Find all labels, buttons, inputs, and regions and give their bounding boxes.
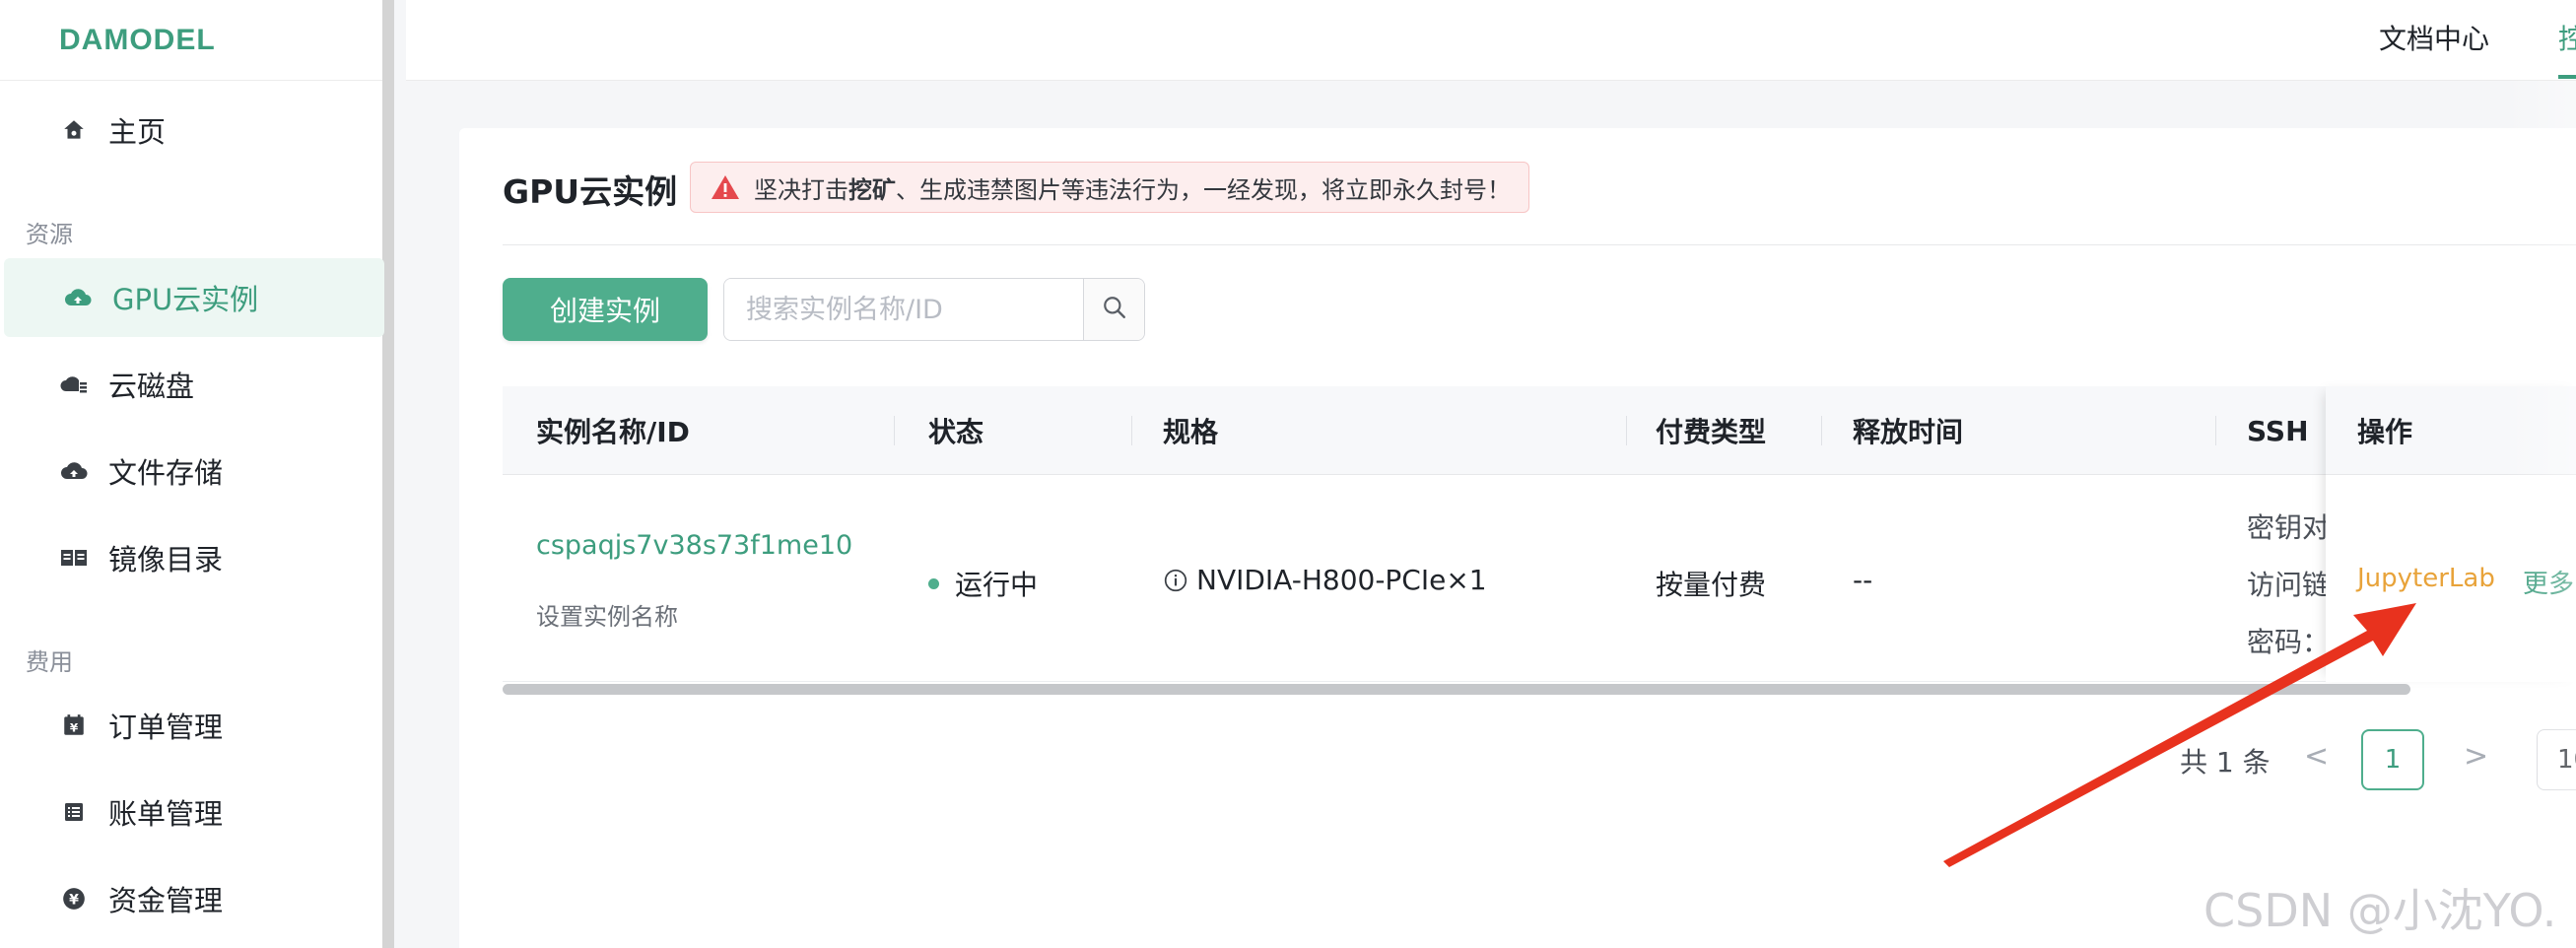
cloud-icon [63,283,93,312]
jupyterlab-link[interactable]: JupyterLab [2357,564,2495,593]
sidebar-item-home[interactable]: 主页 [0,91,384,169]
column-separator [2215,416,2216,445]
release-cell: -- [1853,564,1873,596]
sidebar-item-label: GPU云实例 [112,283,259,316]
calendar-yen-icon: ¥ [59,711,89,740]
column-header-billing: 付费类型 [1656,416,1767,448]
brand-logo[interactable]: DAMODEL [0,0,382,81]
top-bar-bg [406,0,2576,81]
watermark: CSDN @小沈YO. [2203,884,2557,937]
page-size-select[interactable]: 10 [2537,729,2576,790]
ssh-password: 密码： [2247,626,2331,658]
sidebar-item-cloud-disk[interactable]: 云磁盘 [0,345,384,424]
create-instance-button[interactable]: 创建实例 [503,278,708,341]
horizontal-scrollbar[interactable] [503,684,2410,695]
sidebar-item-funds[interactable]: ¥ 资金管理 [0,859,384,938]
sidebar-item-label: 云磁盘 [108,370,195,403]
column-separator [894,416,895,445]
sidebar-item-bills[interactable]: 账单管理 [0,773,384,851]
cloud-upload-icon [59,456,89,486]
column-header-status: 状态 [928,416,984,448]
column-header-name: 实例名称/ID [536,416,690,448]
pagination-next-button[interactable]: > [2464,739,2488,774]
billing-cell: 按量付费 [1656,569,1767,601]
search-input[interactable] [724,279,1083,340]
sidebar-item-gpu-instances[interactable]: GPU云实例 [4,258,384,337]
console-link-underline [2558,75,2576,79]
column-header-operations: 操作 [2326,386,2576,475]
info-icon[interactable] [1163,568,1188,593]
sidebar-item-label: 主页 [108,115,167,149]
sidebar-item-orders[interactable]: ¥ 订单管理 [0,686,384,765]
section-label-resources: 资源 [26,221,73,248]
sidebar-item-label: 账单管理 [108,797,224,831]
svg-text:¥: ¥ [70,721,79,735]
yen-coin-icon: ¥ [59,884,89,914]
book-icon [59,543,89,573]
status-dot [928,577,939,589]
search-button[interactable] [1083,279,1144,340]
spec-cell: NVIDIA-H800-PCIe×1 [1163,564,1487,596]
warning-text-prefix: 坚决打击 [754,175,848,204]
cloud-disk-icon [59,370,89,399]
search-box [723,278,1145,341]
console-link[interactable]: 控 [2558,18,2576,57]
svg-text:¥: ¥ [69,892,79,908]
doc-center-link[interactable]: 文档中心 [2379,18,2489,57]
column-separator [1626,416,1627,445]
section-label-billing: 费用 [26,648,73,676]
operations-column: 操作 JupyterLab 更多 [2326,386,2576,682]
table-header: 实例名称/ID 状态 规格 付费类型 释放时间 SSH [503,386,2576,475]
warning-icon [711,174,740,200]
warning-banner: 坚决打击 挖矿 、生成违禁图片等违法行为，一经发现，将立即永久封号！ [690,162,1529,213]
pagination-total: 共 1 条 [2180,746,2271,779]
table-row: cspaqjs7v38s73f1me10 设置实例名称 运行中 NVIDIA-H… [503,475,2576,682]
column-header-spec: 规格 [1163,416,1219,448]
pagination-current-page[interactable]: 1 [2361,729,2424,790]
search-icon [1102,295,1127,324]
column-separator [1821,416,1822,445]
page-title: GPU云实例 [503,172,678,211]
ssh-access-link[interactable]: 访问链 [2247,564,2330,603]
spec-text: NVIDIA-H800-PCIe×1 [1196,564,1487,596]
set-instance-name-link[interactable]: 设置实例名称 [536,597,678,632]
status-cell: 运行中 [928,564,1038,603]
pagination-prev-button[interactable]: < [2304,739,2329,774]
sidebar-item-label: 资金管理 [108,884,224,917]
sidebar-item-label: 镜像目录 [108,543,224,576]
more-link[interactable]: 更多 [2523,564,2574,600]
sidebar: DAMODEL 主页 资源 GPU云实例 云磁盘 文件存储 镜像目录 费用 ¥ [0,0,394,948]
warning-text-bold: 挖矿 [848,175,896,204]
column-separator [1131,416,1132,445]
sidebar-item-label: 订单管理 [108,711,224,744]
home-icon [59,115,89,145]
ssh-key-pair: 密钥对 [2247,511,2331,544]
status-text: 运行中 [955,569,1039,601]
header-divider [503,244,2576,245]
column-header-release: 释放时间 [1853,416,1964,448]
sidebar-item-label: 文件存储 [108,456,224,490]
sidebar-item-file-storage[interactable]: 文件存储 [0,432,384,510]
warning-text-suffix: 、生成违禁图片等违法行为，一经发现，将立即永久封号！ [896,175,1511,204]
column-header-ssh: SSH [2247,414,2309,447]
sidebar-item-image-catalog[interactable]: 镜像目录 [0,518,384,597]
instance-id-link[interactable]: cspaqjs7v38s73f1me10 [536,530,852,561]
list-icon [59,797,89,827]
